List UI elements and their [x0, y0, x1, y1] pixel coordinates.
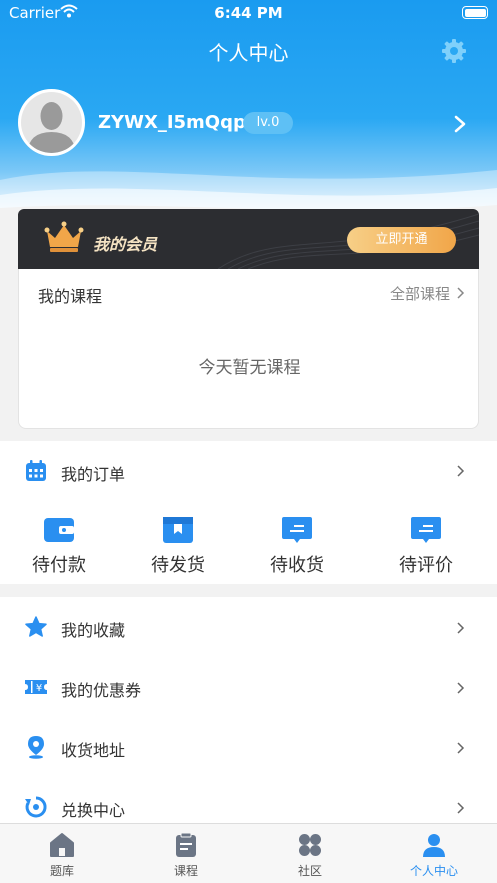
order-label: 待付款	[32, 555, 86, 576]
my-orders-section: 我的订单 待付款 待发货 待收货 待评价	[0, 441, 497, 584]
chevron-right-icon[interactable]	[456, 286, 465, 300]
menu-item-address[interactable]: 收货地址	[0, 717, 497, 777]
package-icon	[163, 517, 193, 543]
open-vip-button[interactable]: 立即开通	[347, 227, 456, 253]
tab-label: 课程	[173, 864, 198, 878]
order-pending-receipt[interactable]: 待收货	[261, 515, 333, 576]
my-courses-title: 我的课程	[38, 287, 103, 306]
menu-item-label: 兑换中心	[61, 801, 126, 820]
my-courses-card: 我的课程 全部课程 今天暂无课程	[18, 269, 479, 429]
tab-label: 个人中心	[409, 864, 458, 878]
document-icon	[176, 832, 196, 857]
person-icon	[423, 834, 445, 857]
empty-courses-text: 今天暂无课程	[198, 358, 301, 378]
receive-icon	[282, 517, 312, 543]
profile-header: Carrier 6:44 PM 个人中心 ZYWX_I5mQqp lv.0	[0, 0, 497, 220]
status-time: 6:44 PM	[214, 4, 283, 22]
review-icon	[411, 517, 441, 543]
tab-question-bank[interactable]: 题库	[0, 824, 124, 883]
menu-item-label: 收货地址	[61, 741, 126, 760]
menu-item-coupons[interactable]: ¥ 我的优惠券	[0, 657, 497, 717]
menu-item-favorites[interactable]: 我的收藏	[0, 597, 497, 657]
order-pending-payment[interactable]: 待付款	[23, 515, 95, 576]
chevron-right-icon	[457, 742, 465, 754]
battery-icon	[462, 6, 488, 19]
all-courses-link[interactable]: 全部课程	[390, 283, 450, 304]
menu-item-label: 我的优惠券	[61, 681, 142, 700]
default-avatar-icon	[21, 92, 82, 153]
location-icon	[28, 736, 44, 759]
home-icon	[50, 833, 74, 857]
crown-icon	[44, 221, 84, 252]
chevron-right-icon	[457, 682, 465, 694]
avatar[interactable]	[18, 89, 85, 156]
tab-label: 题库	[49, 864, 74, 878]
coupon-icon: ¥	[25, 680, 47, 694]
vip-banner[interactable]: 我的会员 立即开通	[18, 209, 479, 269]
tab-courses[interactable]: 课程	[124, 824, 248, 883]
order-label: 待收货	[270, 555, 324, 576]
order-label: 待发货	[151, 555, 205, 576]
svg-text:¥: ¥	[36, 683, 42, 694]
calendar-icon	[26, 460, 46, 481]
order-label: 待评价	[399, 555, 453, 576]
tab-bar: 题库 课程 社区 个人中心	[0, 823, 497, 883]
star-icon	[25, 616, 47, 637]
gear-icon[interactable]	[441, 38, 467, 64]
my-orders-title[interactable]: 我的订单	[61, 461, 125, 485]
tab-personal-center[interactable]: 个人中心	[372, 824, 496, 883]
chevron-right-icon[interactable]	[452, 114, 468, 134]
status-bar: Carrier 6:44 PM	[0, 0, 497, 26]
tab-label: 社区	[297, 864, 322, 878]
chevron-right-icon	[457, 802, 465, 814]
wallet-icon	[44, 518, 74, 542]
menu-item-label: 我的收藏	[61, 621, 126, 640]
username[interactable]: ZYWX_I5mQqp	[98, 112, 246, 133]
level-badge: lv.0	[243, 112, 293, 134]
chevron-right-icon	[457, 622, 465, 634]
grid-icon	[299, 834, 321, 856]
menu-list: 我的收藏 ¥ 我的优惠券 收货地址 兑换中心	[0, 597, 497, 823]
chevron-right-icon[interactable]	[456, 464, 465, 478]
page-title: 个人中心	[208, 41, 289, 65]
vip-title: 我的会员	[93, 235, 158, 254]
order-pending-review[interactable]: 待评价	[390, 515, 462, 576]
tab-community[interactable]: 社区	[248, 824, 372, 883]
order-pending-shipment[interactable]: 待发货	[142, 515, 214, 576]
exchange-icon	[25, 796, 47, 818]
